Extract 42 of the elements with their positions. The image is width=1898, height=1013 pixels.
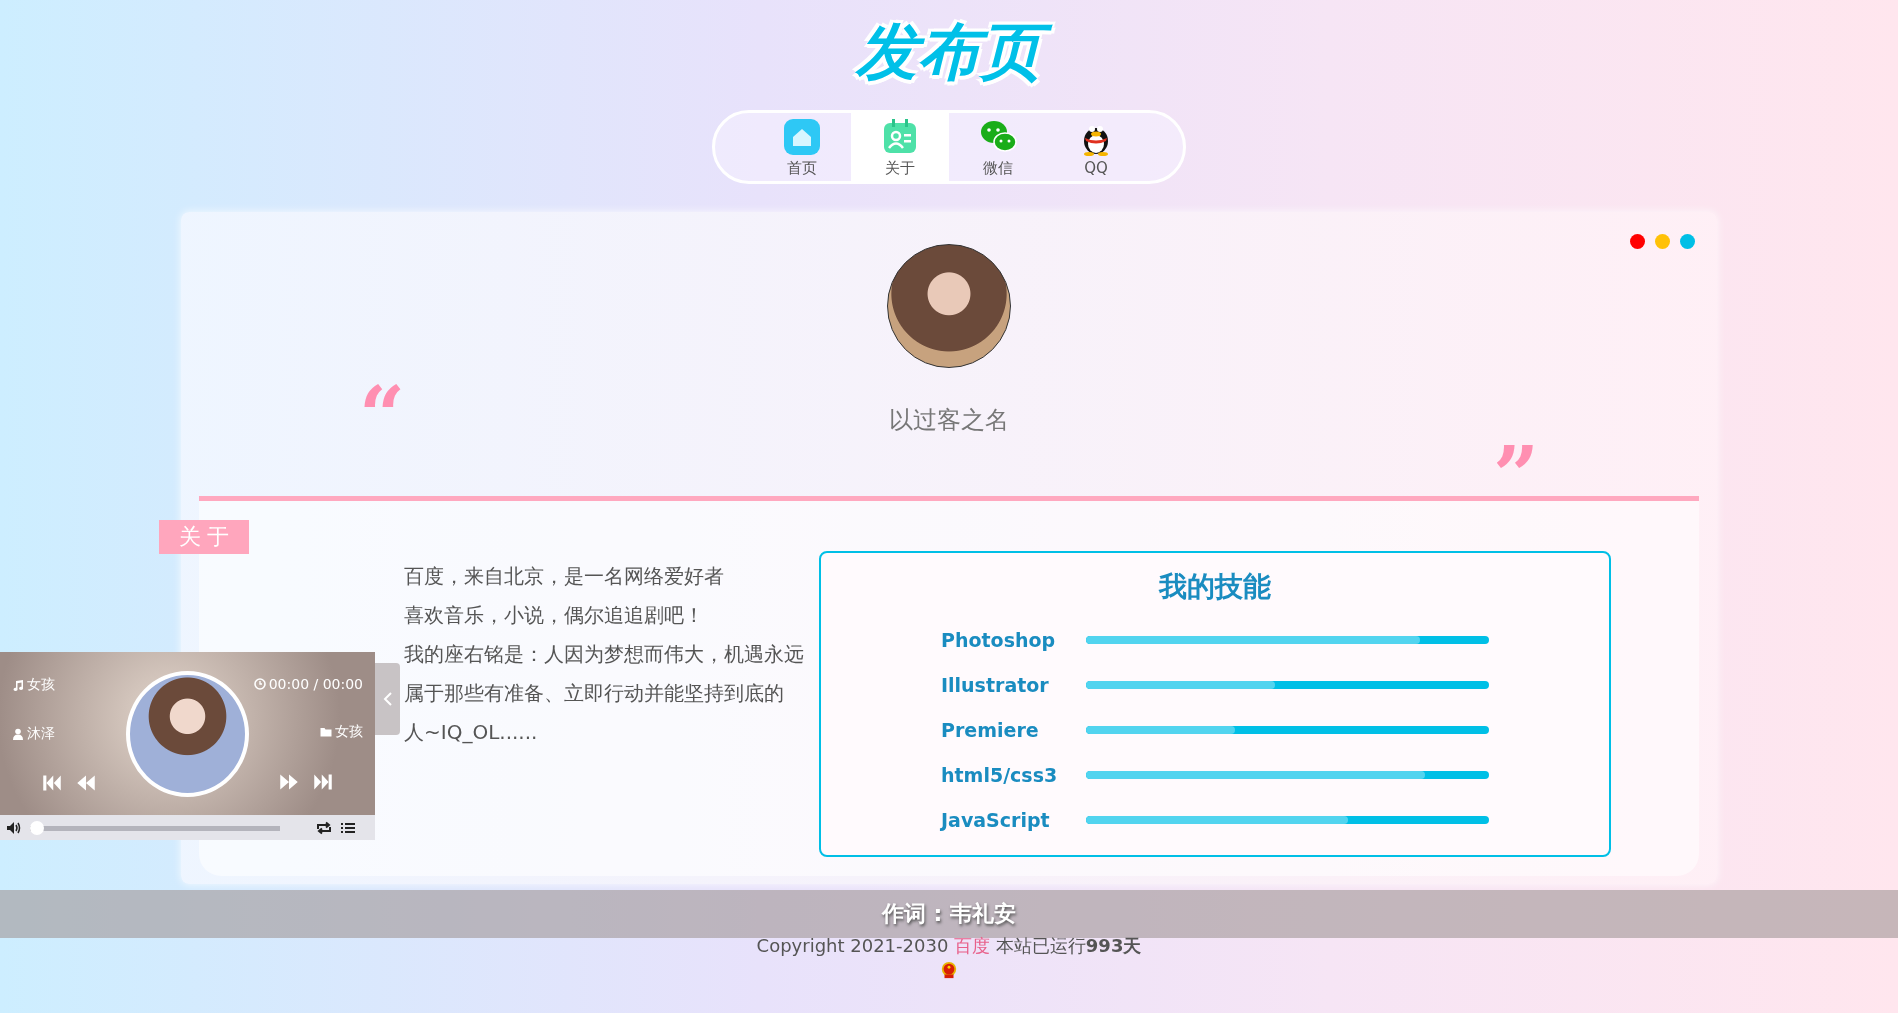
house-icon [782,116,822,157]
about-text: 我的座右铭是：人因为梦想而伟大，机遇永远 [404,641,804,668]
fast-forward-icon[interactable] [279,773,299,792]
person-icon [12,727,24,740]
repeat-icon[interactable] [316,820,332,835]
playlist-icon[interactable] [340,820,356,835]
progress-thumb[interactable] [30,820,44,835]
folder-icon [320,726,332,739]
nav-item[interactable]: QQ [1047,113,1145,181]
clock-icon [253,677,266,690]
about-text: 人~IQ_OL...... [404,719,538,746]
open-quote-mark: “ [359,376,405,456]
skill-name: Premiere [941,718,1040,741]
play-time: 00:00 / 00:00 [253,675,363,692]
about-text: 喜欢音乐，小说，偶尔追追剧吧！ [404,602,704,629]
collapse-button[interactable] [375,663,400,735]
close-quote-mark: ” [1493,436,1539,516]
profile-name: 以过客之名 [888,405,1010,436]
song-title: 女孩 [12,675,126,694]
about-tag: 关于 [159,520,249,554]
nav-item[interactable]: 首页 [753,113,851,181]
nav-item[interactable]: 关于 [851,113,949,181]
volume-icon[interactable] [6,820,22,835]
about-text: 百度，来自北京，是一名网络爱好者 [404,563,724,590]
copyright-text: Copyright 2021-2030 百度 本站已运行993天 [756,934,1142,958]
skill-name: Illustrator [941,673,1050,696]
skill-name: Photoshop [941,628,1057,651]
rewind-icon[interactable] [76,773,96,792]
skill-name: html5/css3 [941,763,1059,786]
chevron-left-icon [382,691,393,707]
artist-name: 沐泽 [12,724,126,743]
emblem-icon [940,960,958,980]
about-text: 属于那些有准备、立即行动并能坚持到底的 [404,680,784,707]
nav-item[interactable]: 微信 [949,113,1047,181]
skills-title: 我的技能 [1159,569,1271,605]
skip-next-icon[interactable] [313,773,333,792]
lyric-text: 作词 : 韦礼安 [881,900,1017,928]
skill-name: JavaScript [941,808,1051,831]
skip-previous-icon[interactable] [42,773,62,792]
album-name: 女孩 [320,723,363,742]
site-title: 发布页 [832,8,1066,96]
music-note-icon [12,678,24,691]
